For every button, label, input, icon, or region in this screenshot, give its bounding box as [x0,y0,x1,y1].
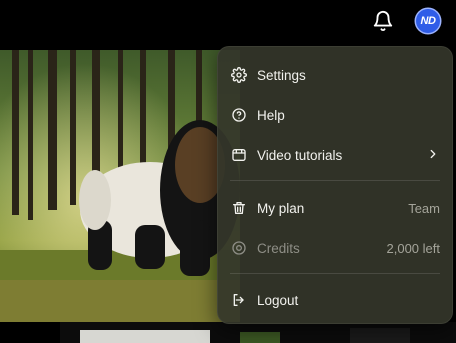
video-icon [231,147,247,163]
help-circle-icon [231,107,247,123]
chevron-right-icon [426,147,440,164]
top-bar: ND [0,0,456,44]
menu-item-label: Credits [257,240,300,256]
menu-item-label: My plan [257,200,305,216]
coin-icon [231,240,247,256]
menu-item-my-plan[interactable]: My plan Team [218,191,454,225]
menu-item-logout[interactable]: Logout [218,283,454,317]
logout-icon [231,292,247,308]
menu-item-help[interactable]: Help [218,98,454,132]
menu-divider [230,273,440,274]
avatar[interactable]: ND [416,9,440,33]
gear-icon [231,67,247,83]
user-menu: Settings Help Video tutorials My plan Te… [217,46,453,324]
credits-value: 2,000 left [386,240,441,256]
plan-value: Team [408,200,440,216]
trash-icon [231,200,247,216]
menu-item-video-tutorials[interactable]: Video tutorials [218,138,454,172]
menu-item-settings[interactable]: Settings [218,58,454,92]
menu-item-label: Settings [257,67,306,83]
menu-item-label: Help [257,107,285,123]
background-image-bottom [60,322,456,343]
menu-divider [230,180,440,181]
menu-item-credits: Credits 2,000 left [218,231,454,265]
panda-image [0,50,240,322]
menu-item-label: Logout [257,292,299,308]
bell-icon[interactable] [372,10,394,32]
menu-item-label: Video tutorials [257,147,343,163]
